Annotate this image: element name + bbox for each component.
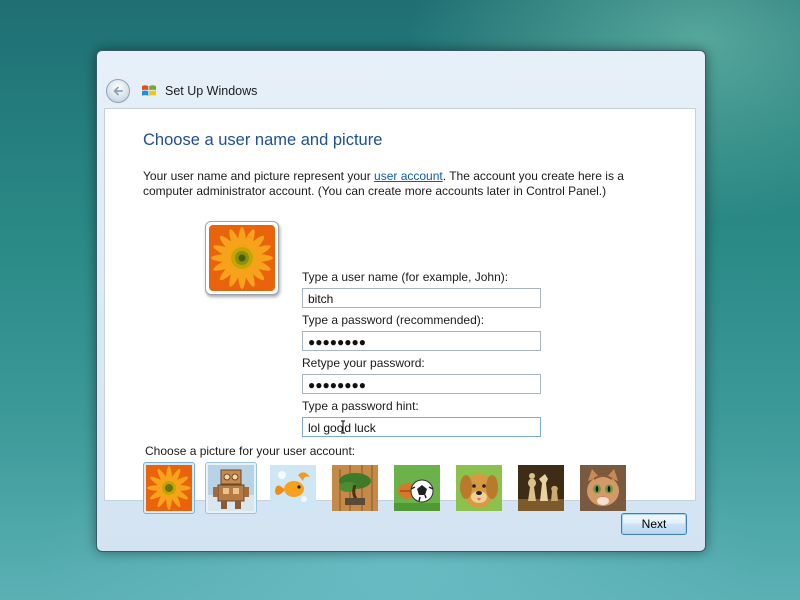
password-label: Type a password (recommended):: [302, 313, 485, 327]
windows-logo-icon: [142, 85, 156, 96]
selected-picture-preview: [205, 221, 279, 295]
username-field[interactable]: bitch: [302, 288, 541, 308]
content-panel: Choose a user name and picture Your user…: [104, 108, 696, 514]
password-hint-field[interactable]: lol goo d luck: [302, 417, 541, 437]
username-label: Type a user name (for example, John):: [302, 270, 509, 284]
title-bar: Set Up Windows: [97, 51, 705, 107]
picture-chooser-label: Choose a picture for your user account:: [145, 444, 356, 458]
intro-text-start: Your user name and picture represent you…: [143, 169, 375, 183]
retype-password-field[interactable]: ●●●●●●●●: [302, 374, 541, 394]
button-bar: Next: [97, 501, 705, 551]
ibeam-cursor-icon: [341, 420, 346, 434]
user-account-link[interactable]: user account: [374, 169, 443, 183]
setup-window: Set Up Windows Choose a user name and pi…: [96, 50, 706, 552]
page-heading: Choose a user name and picture: [143, 131, 383, 149]
intro-text: Your user name and picture represent you…: [143, 169, 643, 199]
retype-password-label: Retype your password:: [302, 356, 425, 370]
password-field[interactable]: ●●●●●●●●: [302, 331, 541, 351]
hint-text-end: d luck: [344, 421, 376, 435]
back-button[interactable]: [106, 79, 130, 103]
hint-text-start: lol goo: [308, 421, 344, 435]
window-title: Set Up Windows: [165, 84, 258, 98]
back-arrow-icon: [113, 86, 123, 96]
flower-picture-icon: [209, 225, 275, 291]
next-button[interactable]: Next: [621, 513, 687, 535]
password-hint-label: Type a password hint:: [302, 399, 419, 413]
